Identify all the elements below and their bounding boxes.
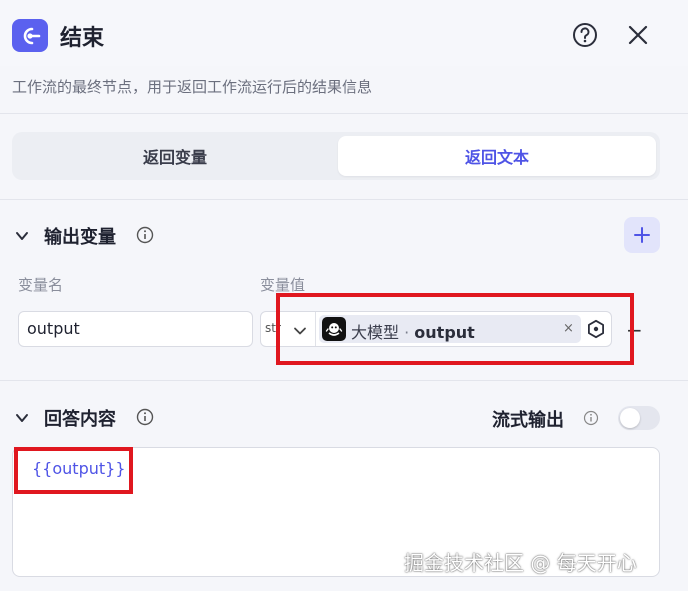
end-node-icon bbox=[12, 19, 48, 52]
info-icon[interactable] bbox=[136, 226, 154, 244]
answer-section-title: 回答内容 bbox=[44, 409, 116, 430]
name-column-label: 变量名 bbox=[18, 276, 64, 294]
end-node-panel: 结束 工作流的最终节点，用于返回工作流运行后的结果信息 返回变量 返回文本 输出… bbox=[0, 0, 688, 591]
tab-return-variable[interactable]: 返回变量 bbox=[16, 136, 334, 176]
chevron-down-icon[interactable] bbox=[14, 410, 30, 426]
add-variable-button[interactable] bbox=[624, 217, 660, 253]
divider bbox=[0, 113, 688, 114]
plus-icon bbox=[634, 227, 650, 243]
value-column-label: 变量值 bbox=[260, 276, 306, 294]
close-icon[interactable] bbox=[626, 23, 650, 47]
info-icon[interactable] bbox=[136, 408, 154, 426]
node-description: 工作流的最终节点，用于返回工作流运行后的结果信息 bbox=[12, 78, 373, 96]
chevron-down-icon[interactable] bbox=[14, 228, 30, 244]
info-icon[interactable] bbox=[583, 410, 599, 426]
panel-header: 结束 bbox=[0, 0, 688, 66]
variable-name-input[interactable]: output bbox=[18, 311, 253, 347]
stream-output-label: 流式输出 bbox=[492, 410, 564, 431]
output-section-title: 输出变量 bbox=[44, 227, 116, 248]
stream-output-toggle[interactable] bbox=[618, 406, 660, 430]
toggle-knob bbox=[620, 408, 640, 428]
divider bbox=[0, 199, 688, 200]
return-mode-tabs: 返回变量 返回文本 bbox=[12, 132, 660, 180]
question-icon[interactable] bbox=[572, 22, 598, 48]
highlight-box bbox=[14, 447, 133, 494]
tab-return-text[interactable]: 返回文本 bbox=[338, 136, 656, 176]
page-title: 结束 bbox=[60, 26, 105, 51]
divider bbox=[0, 380, 688, 381]
watermark: 掘金技术社区 @ 每天开心 bbox=[404, 551, 637, 575]
highlight-box bbox=[276, 293, 634, 365]
